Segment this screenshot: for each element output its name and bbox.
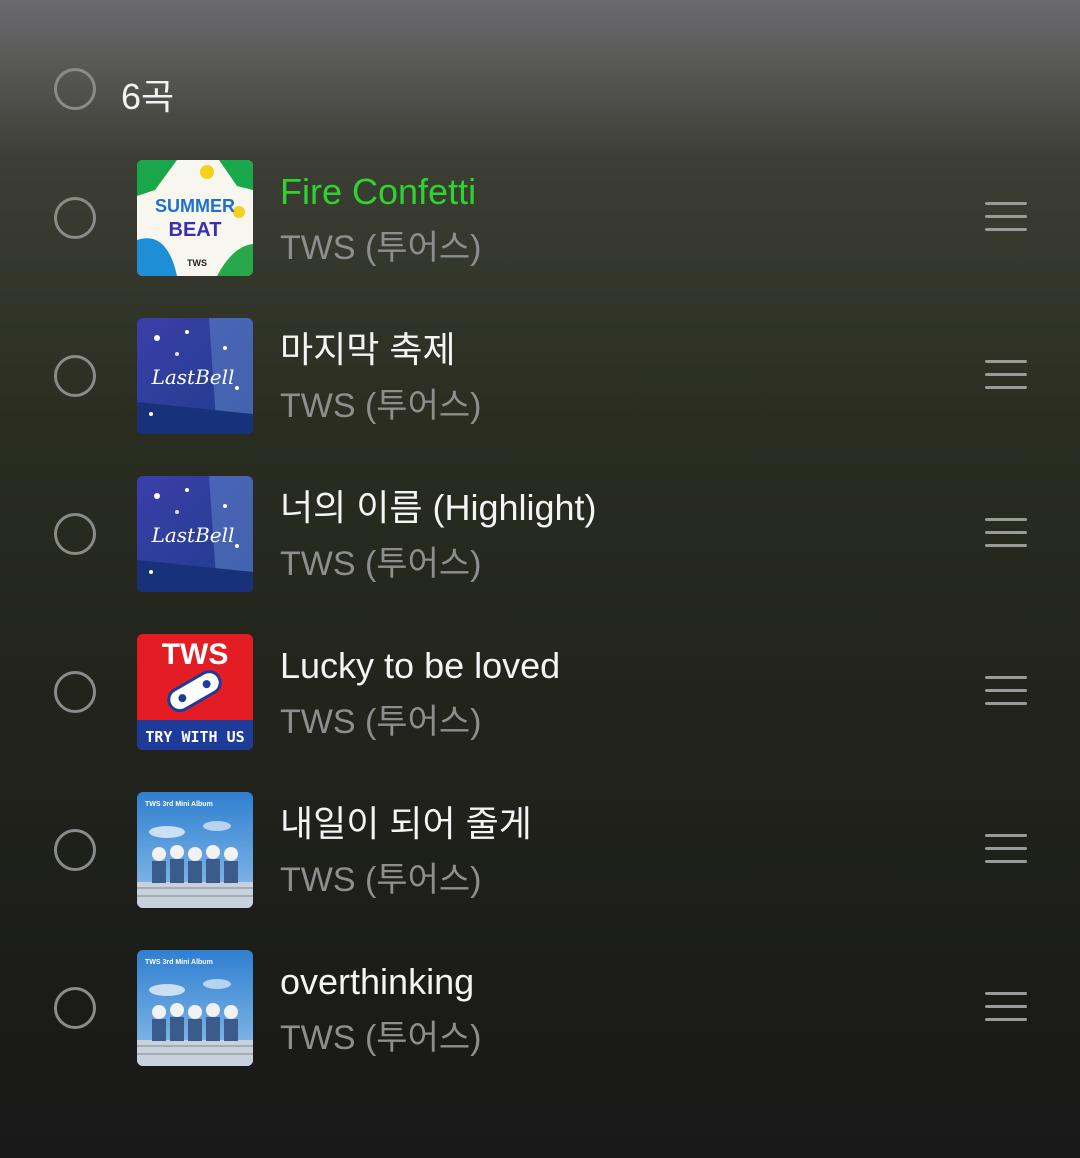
album-art: TWS 3rd Mini Album [137, 950, 253, 1066]
track-select-checkbox[interactable] [54, 197, 96, 239]
track-artist: TWS (투어스) [280, 229, 482, 267]
track-select-checkbox[interactable] [54, 355, 96, 397]
track-select-checkbox[interactable] [54, 671, 96, 713]
track-title: Fire Confetti [280, 171, 477, 212]
album-art: TWS 3rd Mini Album [137, 792, 253, 908]
art-text: SUMMER [155, 196, 235, 216]
track-artist: TWS (투어스) [280, 387, 482, 425]
art-text: LastBell [151, 365, 235, 389]
track-row[interactable]: TWS TRY WITH US Lucky to be loved TWS (투… [0, 614, 1080, 772]
track-select-checkbox[interactable] [54, 513, 96, 555]
art-text: LastBell [151, 523, 235, 547]
track-list: SUMMER BEAT TWS Fire Confetti TWS (투어스) … [0, 140, 1080, 1088]
track-select-checkbox[interactable] [54, 987, 96, 1029]
album-art: TWS TRY WITH US [137, 634, 253, 750]
art-text: TWS [187, 258, 207, 268]
track-row[interactable]: TWS 3rd Mini Album 내일이 되어 줄게 TWS (투어스) [0, 772, 1080, 930]
art-text: BEAT [169, 219, 222, 241]
track-row[interactable]: TWS 3rd Mini Album overthinking TWS (투어스… [0, 930, 1080, 1088]
track-title: 마지막 축제 [280, 329, 456, 370]
drag-handle-icon[interactable] [985, 990, 1029, 1026]
select-all-checkbox[interactable] [54, 68, 96, 110]
track-title: overthinking [280, 961, 475, 1002]
track-title: 내일이 되어 줄게 [280, 803, 532, 844]
album-art: LastBell [137, 476, 253, 592]
track-count: 6곡 [121, 76, 175, 117]
art-text: TWS [162, 638, 229, 671]
track-row[interactable]: SUMMER BEAT TWS Fire Confetti TWS (투어스) [0, 140, 1080, 298]
track-artist: TWS (투어스) [280, 703, 482, 741]
art-text: TWS 3rd Mini Album [145, 801, 213, 808]
track-title: Lucky to be loved [280, 645, 561, 686]
track-artist: TWS (투어스) [280, 861, 482, 899]
track-artist: TWS (투어스) [280, 1019, 482, 1057]
drag-handle-icon[interactable] [985, 200, 1029, 236]
track-artist: TWS (투어스) [280, 545, 482, 583]
track-row[interactable]: LastBell 마지막 축제 TWS (투어스) [0, 298, 1080, 456]
drag-handle-icon[interactable] [985, 832, 1029, 868]
drag-handle-icon[interactable] [985, 358, 1029, 394]
album-art: SUMMER BEAT TWS [137, 160, 253, 276]
album-art: LastBell [137, 318, 253, 434]
track-select-checkbox[interactable] [54, 829, 96, 871]
drag-handle-icon[interactable] [985, 516, 1029, 552]
art-text: TRY WITH US [145, 728, 244, 746]
track-row[interactable]: LastBell 너의 이름 (Highlight) TWS (투어스) [0, 456, 1080, 614]
drag-handle-icon[interactable] [985, 674, 1029, 710]
track-title: 너의 이름 (Highlight) [280, 487, 597, 528]
art-text: TWS 3rd Mini Album [145, 959, 213, 966]
